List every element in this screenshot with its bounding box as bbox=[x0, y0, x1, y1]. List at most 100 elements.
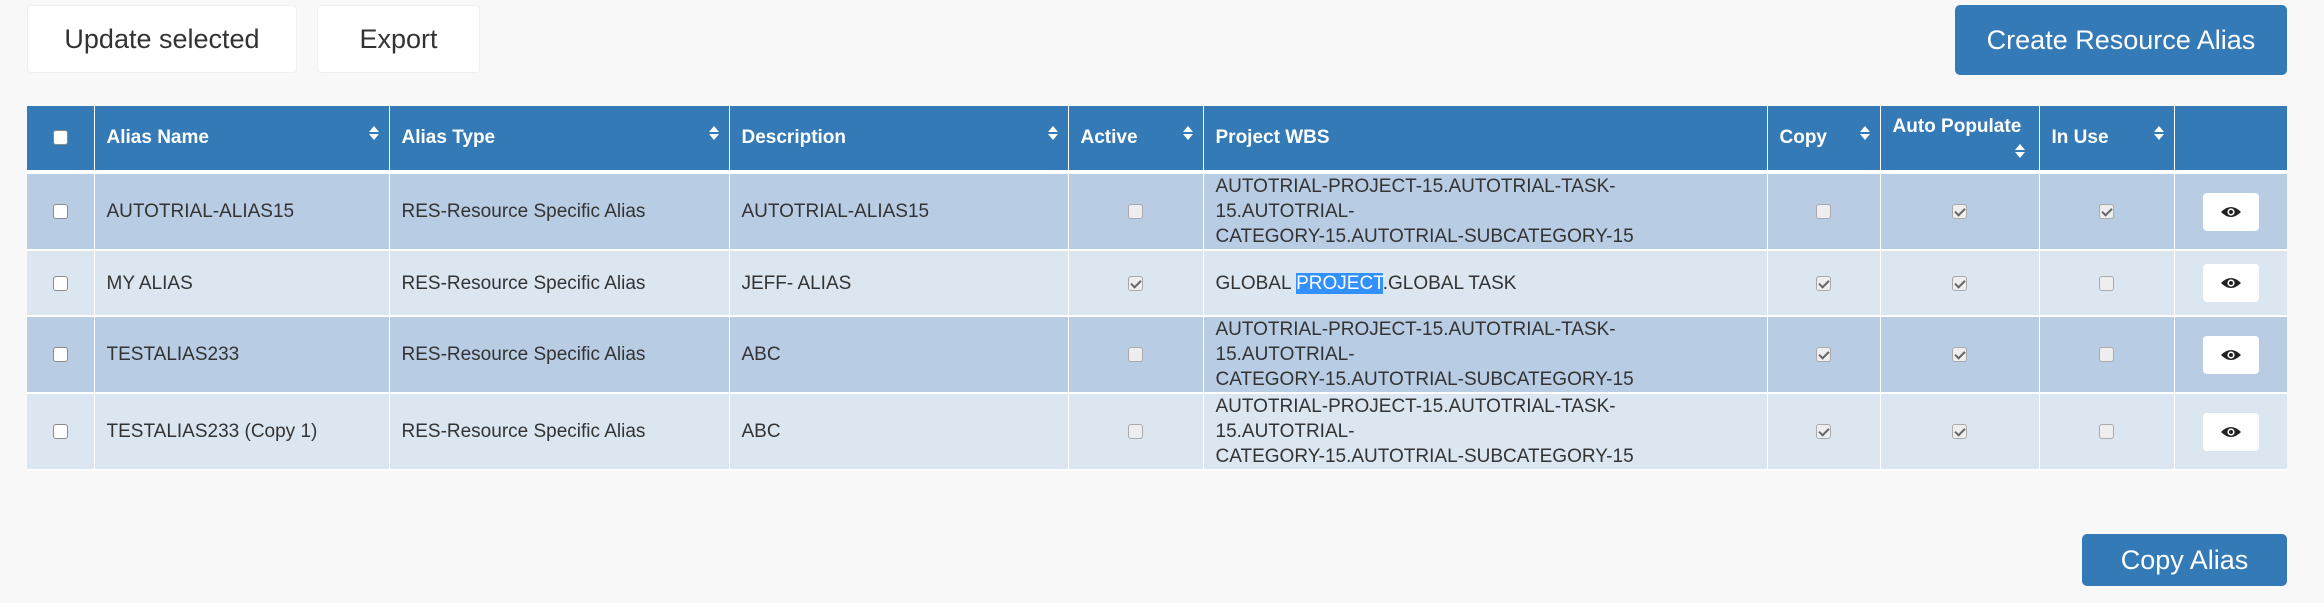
active-checkbox bbox=[1128, 347, 1143, 363]
header-label: Copy bbox=[1779, 127, 1828, 148]
row-select-checkbox[interactable] bbox=[52, 275, 68, 291]
row-select-checkbox[interactable] bbox=[52, 204, 68, 220]
row-select-cell bbox=[27, 172, 95, 251]
header-in-use[interactable]: In Use bbox=[2039, 106, 2175, 174]
project-wbs-cell: AUTOTRIAL-PROJECT-15.AUTOTRIAL-TASK-15.A… bbox=[1203, 393, 1768, 471]
wbs-line: AUTOTRIAL-PROJECT-15.AUTOTRIAL-TASK-15.A… bbox=[1215, 319, 1616, 365]
auto-populate-checkbox bbox=[1952, 424, 1967, 440]
header-label: In Use bbox=[2051, 127, 2109, 148]
in-use-cell bbox=[2039, 172, 2175, 251]
view-button[interactable] bbox=[2202, 335, 2259, 374]
header-label: Alias Type bbox=[401, 127, 496, 148]
export-button[interactable]: Export bbox=[317, 5, 480, 73]
auto-populate-cell bbox=[1880, 316, 2040, 394]
alias-type-cell: RES-Resource Specific Alias bbox=[389, 172, 730, 251]
table-header-row: Alias Name Alias Type Description Active… bbox=[27, 106, 2287, 174]
sort-icon[interactable] bbox=[2153, 126, 2164, 140]
table-row: TESTALIAS233 RES-Resource Specific Alias… bbox=[27, 316, 2287, 394]
eye-icon bbox=[2220, 426, 2241, 437]
wbs-line: CATEGORY-15.AUTOTRIAL-SUBCATEGORY-15 bbox=[1215, 446, 1634, 467]
header-label: Alias Name bbox=[106, 127, 209, 148]
copy-alias-button[interactable]: Copy Alias bbox=[2082, 534, 2287, 586]
row-select-cell bbox=[27, 316, 95, 394]
wbs-text: .GLOBAL TASK bbox=[1382, 272, 1517, 294]
table-row: AUTOTRIAL-ALIAS15 RES-Resource Specific … bbox=[27, 172, 2287, 251]
active-cell bbox=[1068, 316, 1204, 394]
alias-name-cell: TESTALIAS233 (Copy 1) bbox=[94, 393, 390, 471]
header-description[interactable]: Description bbox=[729, 106, 1069, 174]
eye-icon bbox=[2220, 278, 2241, 288]
row-select-cell bbox=[27, 393, 95, 471]
header-label: Project WBS bbox=[1215, 127, 1330, 148]
in-use-checkbox bbox=[2099, 424, 2114, 440]
copy-cell bbox=[1767, 250, 1881, 317]
active-checkbox bbox=[1128, 424, 1143, 440]
select-all-header bbox=[27, 106, 95, 174]
auto-populate-cell bbox=[1880, 393, 2040, 471]
view-button[interactable] bbox=[2202, 264, 2259, 302]
project-wbs-cell: AUTOTRIAL-PROJECT-15.AUTOTRIAL-TASK-15.A… bbox=[1203, 172, 1768, 251]
alias-name-cell: TESTALIAS233 bbox=[94, 316, 390, 394]
wbs-line: AUTOTRIAL-PROJECT-15.AUTOTRIAL-TASK-15.A… bbox=[1215, 396, 1616, 442]
view-button[interactable] bbox=[2202, 192, 2259, 231]
header-auto-populate[interactable]: Auto Populate bbox=[1880, 106, 2040, 174]
description-cell: ABC bbox=[729, 316, 1069, 394]
copy-checkbox bbox=[1816, 347, 1831, 363]
sort-icon[interactable] bbox=[1859, 126, 1870, 140]
row-select-checkbox[interactable] bbox=[52, 347, 68, 363]
alias-type-cell: RES-Resource Specific Alias bbox=[389, 393, 730, 471]
copy-checkbox bbox=[1816, 275, 1831, 291]
header-label: Auto Populate bbox=[1892, 116, 2022, 137]
copy-cell bbox=[1767, 172, 1881, 251]
auto-populate-cell bbox=[1880, 172, 2040, 251]
active-cell bbox=[1068, 250, 1204, 317]
header-alias-type[interactable]: Alias Type bbox=[389, 106, 730, 174]
description-cell: ABC bbox=[729, 393, 1069, 471]
auto-populate-checkbox bbox=[1952, 347, 1967, 363]
wbs-line: CATEGORY-15.AUTOTRIAL-SUBCATEGORY-15 bbox=[1215, 369, 1634, 390]
header-actions bbox=[2174, 106, 2287, 174]
row-select-checkbox[interactable] bbox=[52, 424, 68, 440]
select-all-checkbox[interactable] bbox=[52, 130, 68, 146]
actions-cell bbox=[2174, 250, 2287, 317]
active-cell bbox=[1068, 172, 1204, 251]
header-alias-name[interactable]: Alias Name bbox=[94, 106, 390, 174]
wbs-text: GLOBAL bbox=[1215, 272, 1297, 294]
in-use-checkbox bbox=[2099, 275, 2114, 291]
sort-icon[interactable] bbox=[708, 126, 719, 140]
copy-cell bbox=[1767, 393, 1881, 471]
sort-icon[interactable] bbox=[1047, 126, 1058, 140]
actions-cell bbox=[2174, 172, 2287, 251]
copy-checkbox bbox=[1816, 204, 1831, 220]
header-active[interactable]: Active bbox=[1068, 106, 1204, 174]
header-label: Active bbox=[1080, 127, 1138, 148]
copy-cell bbox=[1767, 316, 1881, 394]
header-label: Description bbox=[741, 127, 847, 148]
create-resource-alias-button[interactable]: Create Resource Alias bbox=[1955, 5, 2287, 75]
table-row: MY ALIAS RES-Resource Specific Alias JEF… bbox=[27, 250, 2287, 317]
description-cell: JEFF- ALIAS bbox=[729, 250, 1069, 317]
in-use-cell bbox=[2039, 250, 2175, 317]
actions-cell bbox=[2174, 393, 2287, 471]
active-checkbox bbox=[1128, 275, 1143, 291]
update-selected-button[interactable]: Update selected bbox=[27, 5, 297, 73]
in-use-checkbox bbox=[2099, 347, 2114, 363]
sort-icon[interactable] bbox=[2014, 144, 2025, 158]
table-row: TESTALIAS233 (Copy 1) RES-Resource Speci… bbox=[27, 393, 2287, 471]
sort-icon[interactable] bbox=[368, 126, 379, 140]
active-cell bbox=[1068, 393, 1204, 471]
wbs-selected-text: PROJECT bbox=[1296, 272, 1383, 294]
auto-populate-cell bbox=[1880, 250, 2040, 317]
wbs-line: CATEGORY-15.AUTOTRIAL-SUBCATEGORY-15 bbox=[1215, 226, 1634, 247]
in-use-checkbox bbox=[2099, 204, 2114, 220]
in-use-cell bbox=[2039, 316, 2175, 394]
sort-icon[interactable] bbox=[1182, 126, 1193, 140]
active-checkbox bbox=[1128, 204, 1143, 220]
project-wbs-cell: GLOBAL PROJECT.GLOBAL TASK bbox=[1203, 250, 1768, 317]
alias-type-cell: RES-Resource Specific Alias bbox=[389, 250, 730, 317]
row-select-cell bbox=[27, 250, 95, 317]
wbs-line: AUTOTRIAL-PROJECT-15.AUTOTRIAL-TASK-15.A… bbox=[1215, 176, 1616, 222]
header-copy[interactable]: Copy bbox=[1767, 106, 1881, 174]
auto-populate-checkbox bbox=[1952, 275, 1967, 291]
view-button[interactable] bbox=[2202, 412, 2259, 451]
